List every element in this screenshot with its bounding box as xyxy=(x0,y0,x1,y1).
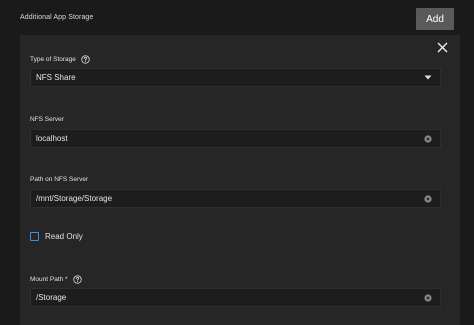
storage-type-select[interactable]: NFS Share xyxy=(30,68,441,87)
close-button[interactable] xyxy=(434,39,450,55)
nfs-path-label-text: Path on NFS Server xyxy=(30,176,89,183)
mount-path-label: Mount Path * xyxy=(30,275,82,284)
nfs-path-value: /mnt/Storage/Storage xyxy=(36,194,113,203)
mount-path-input[interactable]: /Storage xyxy=(30,288,441,307)
storage-type-value: NFS Share xyxy=(36,73,76,82)
clear-icon[interactable] xyxy=(421,291,435,305)
header-title: Additional App Storage xyxy=(20,14,94,21)
read-only-checkbox-row[interactable]: Read Only xyxy=(30,232,83,241)
clear-icon[interactable] xyxy=(421,192,435,206)
read-only-checkbox[interactable] xyxy=(30,232,39,241)
close-icon xyxy=(437,42,447,52)
storage-form-panel: Type of Storage NFS Share NFS Server loc… xyxy=(20,35,460,325)
nfs-path-input[interactable]: /mnt/Storage/Storage xyxy=(30,189,441,208)
nfs-path-label: Path on NFS Server xyxy=(30,176,88,183)
nfs-server-label-text: NFS Server xyxy=(30,116,64,123)
nfs-server-input[interactable]: localhost xyxy=(30,129,441,148)
storage-type-label-text: Type of Storage xyxy=(30,56,76,63)
help-icon[interactable] xyxy=(81,55,90,64)
storage-type-label: Type of Storage xyxy=(30,55,90,64)
caret-down-icon xyxy=(421,71,435,85)
read-only-label: Read Only xyxy=(45,232,83,241)
nfs-server-label: NFS Server xyxy=(30,116,64,123)
help-icon[interactable] xyxy=(72,275,82,284)
clear-icon[interactable] xyxy=(421,132,435,146)
add-button[interactable]: Add xyxy=(416,8,454,30)
mount-path-label-text: Mount Path * xyxy=(30,276,68,283)
mount-path-value: /Storage xyxy=(36,293,67,302)
nfs-server-value: localhost xyxy=(36,134,68,143)
